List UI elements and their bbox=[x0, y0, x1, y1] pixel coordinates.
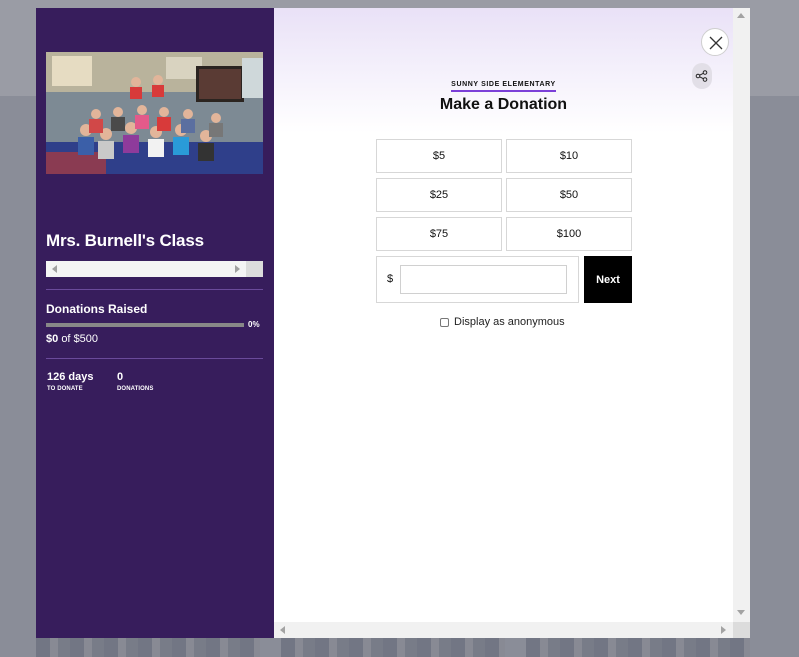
campaign-sidebar: Mrs. Burnell's Class Donations Raised 0%… bbox=[36, 8, 274, 638]
goal-amount: $500 bbox=[73, 333, 99, 345]
school-name-text: SUNNY SIDE ELEMENTARY bbox=[451, 81, 556, 92]
close-icon bbox=[709, 36, 723, 50]
donations-label: DONATIONS bbox=[117, 386, 154, 392]
close-button[interactable] bbox=[701, 28, 729, 56]
donations-value: 0 bbox=[117, 371, 124, 383]
of-text: of bbox=[61, 333, 71, 345]
scrollbar-track[interactable] bbox=[46, 261, 246, 277]
anonymous-checkbox[interactable] bbox=[440, 317, 449, 327]
sidebar-divider bbox=[46, 289, 263, 290]
scrollbar-corner bbox=[246, 261, 263, 277]
raised-of-goal: $0 of $500 bbox=[46, 333, 98, 345]
class-title: Mrs. Burnell's Class bbox=[46, 231, 204, 250]
donation-form-panel: SUNNY SIDE ELEMENTARY Make a Donation $5… bbox=[274, 8, 733, 622]
days-value: 126 days bbox=[47, 371, 94, 383]
sidebar-horizontal-scrollbar[interactable] bbox=[46, 261, 263, 277]
amount-button-100[interactable]: $100 bbox=[506, 217, 632, 251]
next-button[interactable]: Next bbox=[584, 256, 632, 303]
raised-amount: $0 bbox=[46, 333, 59, 345]
scroll-left-arrow-icon[interactable] bbox=[52, 265, 57, 273]
donations-stat: 0 DONATIONS bbox=[117, 371, 153, 392]
amount-button-10[interactable]: $10 bbox=[506, 139, 632, 173]
days-label: TO DONATE bbox=[47, 386, 83, 392]
sidebar-divider-2 bbox=[46, 358, 263, 359]
background-card-1 bbox=[36, 638, 260, 657]
anonymous-label: Display as anonymous bbox=[454, 316, 565, 328]
modal-vertical-scrollbar[interactable] bbox=[733, 8, 750, 622]
scrollbar-corner bbox=[733, 622, 750, 638]
modal-horizontal-scrollbar[interactable] bbox=[274, 622, 750, 638]
currency-symbol: $ bbox=[387, 273, 394, 285]
amount-button-75[interactable]: $75 bbox=[376, 217, 502, 251]
scroll-right-arrow-icon[interactable] bbox=[235, 265, 240, 273]
amount-button-25[interactable]: $25 bbox=[376, 178, 502, 212]
days-stat: 126 days TO DONATE bbox=[47, 371, 93, 392]
custom-amount-input[interactable] bbox=[400, 265, 567, 294]
donation-heading: Make a Donation bbox=[439, 96, 568, 113]
custom-amount-box: $ bbox=[376, 256, 579, 303]
donations-raised-label: Donations Raised bbox=[46, 302, 148, 316]
class-photo bbox=[46, 52, 263, 174]
background-card-3 bbox=[526, 638, 750, 657]
amount-button-5[interactable]: $5 bbox=[376, 139, 502, 173]
background-card-2 bbox=[281, 638, 505, 657]
donation-modal: Mrs. Burnell's Class Donations Raised 0%… bbox=[36, 8, 750, 638]
scroll-left-arrow-icon[interactable] bbox=[280, 626, 285, 634]
anonymous-option[interactable]: Display as anonymous bbox=[440, 316, 565, 328]
scroll-down-arrow-icon[interactable] bbox=[737, 610, 745, 615]
donation-progress-bar bbox=[46, 323, 244, 327]
scroll-up-arrow-icon[interactable] bbox=[737, 13, 745, 18]
school-name: SUNNY SIDE ELEMENTARY bbox=[274, 73, 733, 92]
progress-percent: 0% bbox=[248, 320, 260, 329]
scroll-right-arrow-icon[interactable] bbox=[721, 626, 726, 634]
amount-button-50[interactable]: $50 bbox=[506, 178, 632, 212]
